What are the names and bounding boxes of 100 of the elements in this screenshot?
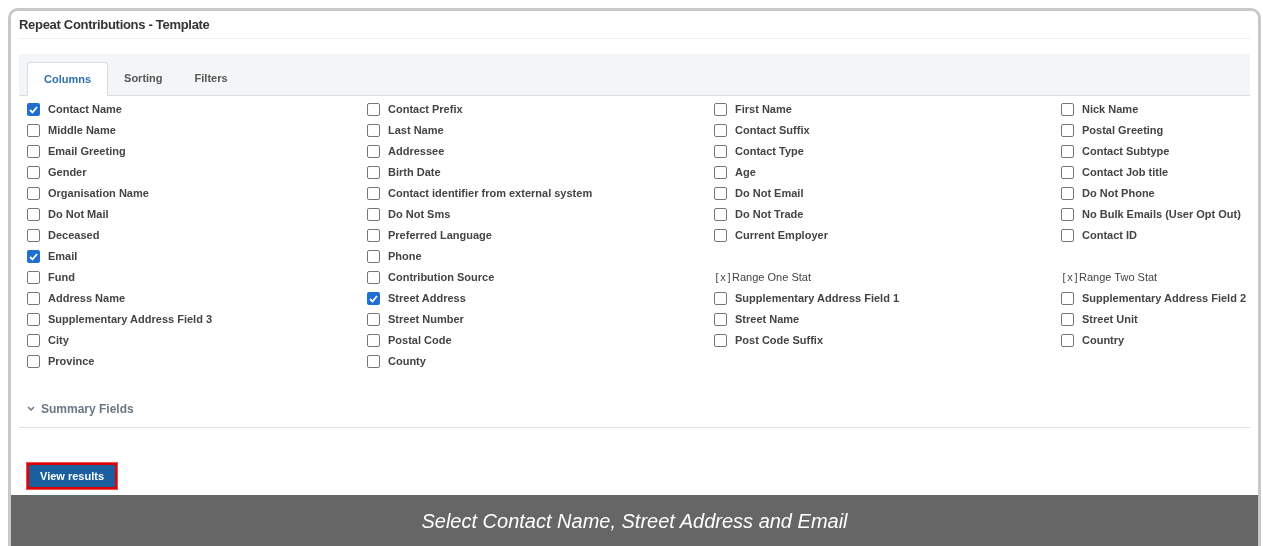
field-label: Last Name	[388, 123, 444, 139]
checkbox[interactable]	[714, 145, 727, 158]
checkbox[interactable]	[1061, 229, 1074, 242]
checkbox[interactable]	[27, 355, 40, 368]
field-label: Email	[48, 249, 78, 265]
field-label: Phone	[388, 249, 422, 265]
field-label: Street Unit	[1082, 312, 1138, 328]
field-label: Do Not Phone	[1082, 186, 1155, 202]
field-label: Birth Date	[388, 165, 441, 181]
checkbox[interactable]	[1061, 187, 1074, 200]
checkbox[interactable]	[1061, 166, 1074, 179]
checkbox[interactable]	[714, 334, 727, 347]
field-label: No Bulk Emails (User Opt Out)	[1082, 207, 1241, 223]
checkbox[interactable]	[367, 124, 380, 137]
checkbox[interactable]	[27, 229, 40, 242]
checkbox[interactable]	[714, 208, 727, 221]
stat-marker: [x]	[714, 271, 733, 285]
checkbox[interactable]	[367, 166, 380, 179]
field-label: Country	[1082, 333, 1125, 349]
checkbox[interactable]	[714, 124, 727, 137]
field-label: Do Not Sms	[388, 207, 451, 223]
field-label: Deceased	[48, 228, 100, 244]
field-label: Organisation Name	[48, 186, 149, 202]
checkbox[interactable]	[1061, 208, 1074, 221]
checkbox[interactable]	[714, 313, 727, 326]
field-label: Contact Job title	[1082, 165, 1169, 181]
field-label: Do Not Mail	[48, 207, 109, 223]
summary-fields-toggle[interactable]: Summary Fields	[27, 399, 134, 418]
field-label: Supplementary Address Field 2	[1082, 291, 1247, 307]
page-title: Repeat Contributions - Template	[19, 15, 210, 34]
checkbox[interactable]	[27, 103, 40, 116]
checkbox[interactable]	[714, 166, 727, 179]
checkbox[interactable]	[27, 313, 40, 326]
field-label: Current Employer	[735, 228, 828, 244]
checkbox[interactable]	[714, 229, 727, 242]
field-label: Postal Code	[388, 333, 452, 349]
checkbox[interactable]	[367, 229, 380, 242]
checkbox[interactable]	[27, 124, 40, 137]
field-label: Contact Prefix	[388, 102, 463, 118]
checkbox[interactable]	[27, 145, 40, 158]
field-label: Nick Name	[1082, 102, 1139, 118]
checkbox[interactable]	[367, 103, 380, 116]
field-label: Address Name	[48, 291, 126, 307]
field-label: Fund	[48, 270, 75, 286]
field-label: Age	[735, 165, 756, 181]
field-label: Contribution Source	[388, 270, 495, 286]
checkbox[interactable]	[367, 292, 380, 305]
field-label: Contact identifier from external system	[388, 186, 593, 202]
stat-marker: [x]	[1061, 271, 1080, 285]
field-label: Street Address	[388, 291, 466, 307]
checkbox[interactable]	[1061, 313, 1074, 326]
field-label: Do Not Trade	[735, 207, 804, 223]
checkbox[interactable]	[367, 313, 380, 326]
tab[interactable]: Sorting	[108, 61, 179, 95]
field-label: Preferred Language	[388, 228, 492, 244]
checkbox[interactable]	[367, 334, 380, 347]
checkbox[interactable]	[27, 208, 40, 221]
checkbox[interactable]	[367, 355, 380, 368]
checkbox[interactable]	[1061, 292, 1074, 305]
checkbox[interactable]	[27, 271, 40, 284]
checkbox[interactable]	[27, 166, 40, 179]
field-label: Contact Subtype	[1082, 144, 1170, 160]
field-label: Contact Name	[48, 102, 122, 118]
tab[interactable]: Columns	[27, 62, 109, 96]
checkbox[interactable]	[1061, 124, 1074, 137]
field-label: Province	[48, 354, 95, 370]
field-label: First Name	[735, 102, 792, 118]
caption-text: Select Contact Name, Street Address and Email	[421, 508, 848, 534]
view-results-button[interactable]: View results	[27, 463, 117, 490]
checkbox[interactable]	[367, 187, 380, 200]
checkbox[interactable]	[367, 145, 380, 158]
checkbox[interactable]	[714, 292, 727, 305]
checkbox[interactable]	[367, 250, 380, 263]
field-label: Supplementary Address Field 3	[48, 312, 213, 328]
checkbox[interactable]	[1061, 334, 1074, 347]
field-label: City	[48, 333, 69, 349]
checkbox[interactable]	[27, 187, 40, 200]
field-label: Postal Greeting	[1082, 123, 1164, 139]
field-label: Middle Name	[48, 123, 116, 139]
tab[interactable]: Filters	[178, 61, 244, 95]
field-label: Contact Type	[735, 144, 804, 160]
field-label: Street Number	[388, 312, 464, 328]
stat-label: Range Two Stat	[1079, 270, 1158, 286]
field-label: Contact Suffix	[735, 123, 810, 139]
field-label: Gender	[48, 165, 87, 181]
checkbox[interactable]	[27, 250, 40, 263]
checkbox[interactable]	[27, 292, 40, 305]
field-label: Do Not Email	[735, 186, 804, 202]
field-label: Addressee	[388, 144, 445, 160]
checkbox[interactable]	[1061, 103, 1074, 116]
checkbox[interactable]	[714, 187, 727, 200]
field-label: County	[388, 354, 426, 370]
checkbox[interactable]	[367, 208, 380, 221]
checkbox[interactable]	[1061, 145, 1074, 158]
field-label: Email Greeting	[48, 144, 126, 160]
checkbox[interactable]	[714, 103, 727, 116]
field-label: Street Name	[735, 312, 800, 328]
checkbox[interactable]	[27, 334, 40, 347]
stat-label: Range One Stat	[732, 270, 811, 286]
checkbox[interactable]	[367, 271, 380, 284]
